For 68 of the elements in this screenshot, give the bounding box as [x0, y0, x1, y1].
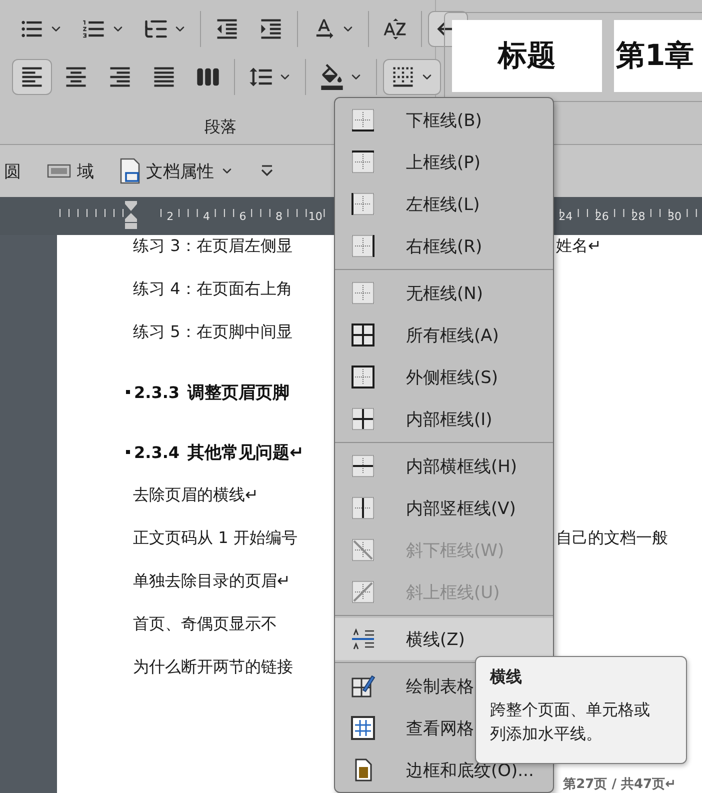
- outside-borders-icon: [351, 365, 375, 389]
- body-text: 首页、奇偶页显示不: [133, 614, 277, 634]
- document-icon: [120, 158, 140, 184]
- no-border-icon: [351, 281, 375, 305]
- ruler-label: 30: [666, 210, 683, 222]
- menu-item[interactable]: 左框线(L): [335, 183, 553, 225]
- field-icon: [47, 164, 71, 178]
- inside-horizontal-border-icon: [351, 454, 375, 478]
- menu-item[interactable]: 所有框线(A): [335, 314, 553, 356]
- body-text: 为什么断开两节的链接: [133, 656, 293, 678]
- top-border-icon: [351, 150, 375, 174]
- ruler-label: 6: [238, 210, 248, 222]
- menu-item[interactable]: 内部竖框线(V): [335, 487, 553, 529]
- menu-item[interactable]: 外侧框线(S): [335, 356, 553, 398]
- heading-bullet-icon: [126, 450, 130, 454]
- body-text: 自己的文档一般: [556, 528, 668, 548]
- ellipse-button[interactable]: 圆: [0, 154, 25, 188]
- table-grid-icon: [351, 716, 375, 740]
- tooltip-title: 横线: [490, 667, 523, 688]
- ruler-label: 26: [594, 210, 610, 222]
- sort-icon: [382, 16, 408, 42]
- document-property-button[interactable]: 文档属性: [116, 154, 238, 188]
- menu-item[interactable]: 下框线(B): [335, 99, 553, 141]
- menu-item[interactable]: 边框和底纹(O)...: [335, 749, 553, 791]
- menu-item[interactable]: 内部横框线(H): [335, 445, 553, 487]
- menu-item[interactable]: 右框线(R): [335, 225, 553, 267]
- ruler-label: 2: [166, 210, 175, 222]
- inside-borders-icon: [351, 407, 375, 431]
- tooltip-text: 跨整个页面、单元格或列添加水平线。: [490, 699, 651, 745]
- left-border-icon: [351, 192, 375, 216]
- field-button[interactable]: 域: [43, 154, 98, 188]
- diagonal-down-border-icon: [351, 538, 375, 562]
- page-number-text: 第27页 / 共47页↵: [563, 777, 676, 793]
- body-text: 去除页眉的横线↵: [133, 484, 258, 506]
- heading-number: 2.3.4: [134, 442, 180, 462]
- body-text: 练习 4：在页面右上角: [133, 278, 292, 300]
- style-tile[interactable]: 第1章: [614, 20, 702, 92]
- all-borders-icon: [351, 323, 375, 347]
- menu-item[interactable]: 内部框线(I): [335, 398, 553, 440]
- body-text: 练习 3：在页眉左侧显: [133, 236, 292, 256]
- body-text: 练习 5：在页脚中间显: [133, 322, 292, 342]
- body-text: 单独去除目录的页眉↵: [133, 570, 290, 592]
- ruler-label: 10: [307, 210, 324, 222]
- group-label: 段落: [204, 117, 236, 138]
- overflow-caret-icon: [260, 164, 274, 178]
- heading-number: 2.3.3: [134, 382, 180, 402]
- bottom-border-icon: [351, 108, 375, 132]
- ruler-label: 24: [558, 210, 574, 222]
- ruler-label: 28: [630, 210, 646, 222]
- style-tile[interactable]: 标题: [452, 20, 602, 92]
- right-border-icon: [351, 234, 375, 258]
- inside-vertical-border-icon: [351, 496, 375, 520]
- ruler-label: 4: [202, 210, 211, 222]
- horizontal-line-icon: [351, 627, 375, 651]
- menu-item[interactable]: 上框线(P): [335, 141, 553, 183]
- ruler-label: 8: [274, 210, 284, 222]
- align-left-button[interactable]: [12, 59, 52, 95]
- menu-item[interactable]: 无框线(N): [335, 272, 553, 314]
- body-text: 姓名↵: [556, 236, 602, 256]
- heading-bullet-icon: [126, 390, 130, 394]
- body-text: 正文页码从 1 开始编号: [133, 528, 298, 548]
- paint-bucket-icon: [319, 64, 345, 90]
- menu-item[interactable]: 横线(Z): [335, 618, 553, 660]
- bottom-border-button[interactable]: [383, 59, 441, 95]
- indent-marker-icon[interactable]: [124, 200, 138, 230]
- heading-text: 调整页眉页脚: [188, 382, 290, 404]
- diagonal-up-border-icon: [351, 580, 375, 604]
- heading-text: 其他常见问题↵: [188, 442, 304, 464]
